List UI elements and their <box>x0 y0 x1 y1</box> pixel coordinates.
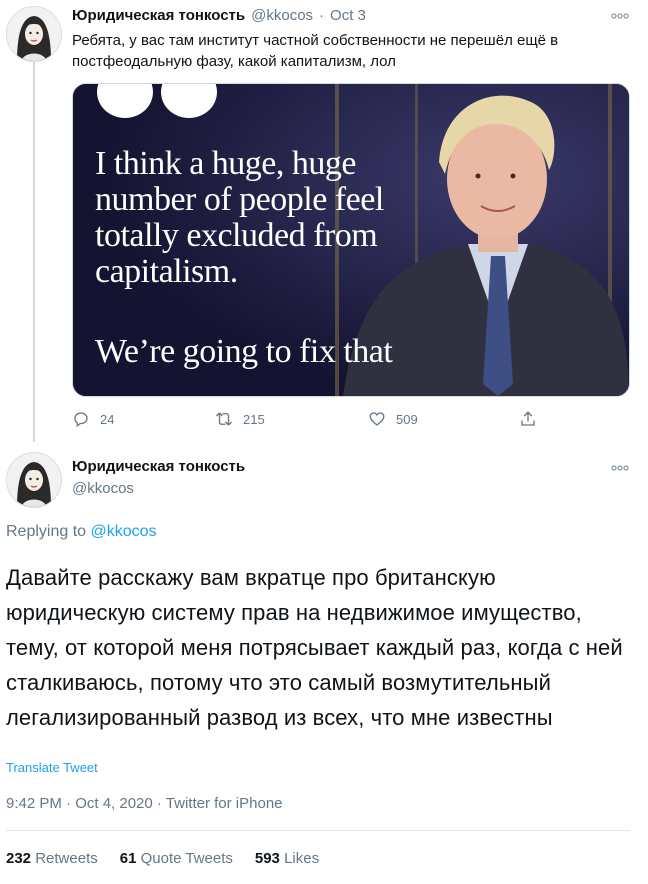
like-button[interactable]: 509 <box>368 410 418 428</box>
tweet-date[interactable]: Oct 3 <box>330 7 366 24</box>
tweet-timestamp[interactable]: 9:42 PM · Oct 4, 2020 · Twitter for iPho… <box>6 795 283 812</box>
replying-to-label: Replying to <box>6 523 87 540</box>
thread-connector-line <box>33 62 35 442</box>
like-count: 509 <box>396 411 418 427</box>
retweets-count: 232 <box>6 850 32 867</box>
more-icon[interactable] <box>611 460 629 476</box>
replying-to-handle-link[interactable]: @kkocos <box>91 523 157 540</box>
avatar[interactable] <box>6 6 62 62</box>
quote-tweets-count: 61 <box>119 850 137 867</box>
like-icon <box>369 412 385 426</box>
separator-dot: · <box>319 7 325 24</box>
retweet-icon <box>216 412 232 426</box>
tweet-media-image[interactable]: I think a huge, huge number of people fe… <box>72 83 630 397</box>
quote-line: capitalism. <box>95 253 238 290</box>
divider <box>6 830 630 831</box>
tweet-text: Ребята, у вас там институт частной собст… <box>72 32 559 70</box>
tweet-stats: 232 Retweets 61 Quote Tweets 593 Likes <box>6 850 319 867</box>
more-icon[interactable] <box>611 8 629 24</box>
likes-stat[interactable]: 593 Likes <box>255 850 319 867</box>
quote-tweets-stat[interactable]: 61 Quote Tweets <box>120 850 233 867</box>
likes-label: Likes <box>284 850 320 867</box>
avatar[interactable] <box>6 452 62 508</box>
reply-icon <box>74 412 88 428</box>
media-quote-subline: We’re going to fix that <box>95 333 393 370</box>
reply-count: 24 <box>100 411 115 427</box>
quote-line: totally excluded from <box>95 217 378 254</box>
share-button[interactable] <box>519 410 537 428</box>
tweet-text: Давайте расскажу вам вкратце про британс… <box>6 565 623 730</box>
replying-to: Replying to @kkocos <box>6 523 157 541</box>
display-name[interactable]: Юридическая тонкость <box>72 458 245 475</box>
tweet-header: Юридическая тонкость @kkocos · Oct 3 <box>72 7 366 24</box>
quote-line: I think a huge, huge <box>95 145 357 182</box>
translate-tweet-link[interactable]: Translate Tweet <box>6 760 98 775</box>
retweets-label: Retweets <box>35 850 98 867</box>
display-name[interactable]: Юридическая тонкость <box>72 7 245 24</box>
reply-button[interactable]: 24 <box>72 410 114 428</box>
share-icon <box>521 411 535 426</box>
retweet-count: 215 <box>243 411 265 427</box>
avatar-illustration <box>7 453 61 507</box>
retweets-stat[interactable]: 232 Retweets <box>6 850 98 867</box>
likes-count: 593 <box>254 850 280 867</box>
user-handle[interactable]: @kkocos <box>251 7 313 24</box>
media-quote-text: I think a huge, huge number of people fe… <box>95 146 455 290</box>
quote-line: number of people feel <box>95 181 384 218</box>
user-handle[interactable]: @kkocos <box>72 480 134 497</box>
retweet-button[interactable]: 215 <box>215 410 265 428</box>
avatar-illustration <box>7 7 61 61</box>
quote-tweets-label: Quote Tweets <box>140 850 233 867</box>
